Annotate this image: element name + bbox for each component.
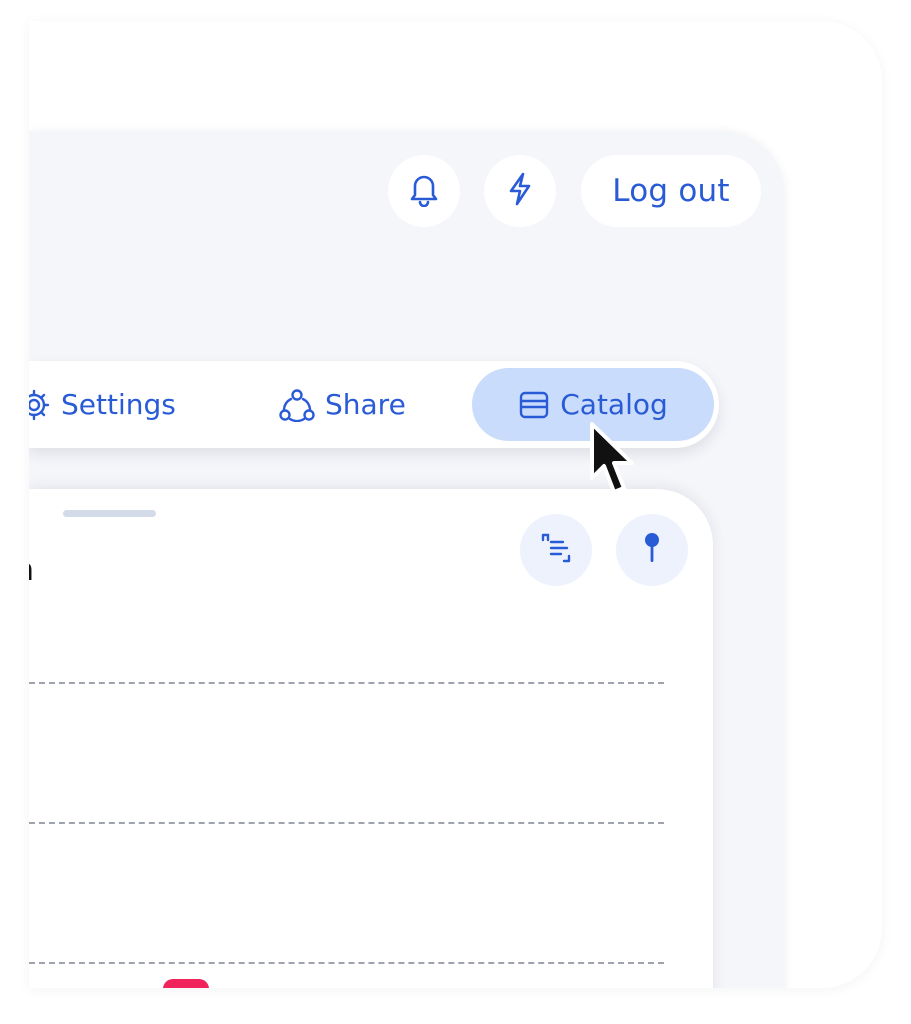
list-view-button[interactable] (520, 514, 592, 586)
list-icon (539, 531, 573, 569)
mouse-cursor-icon (588, 420, 638, 500)
tab-label: Settings (61, 388, 176, 421)
pin-icon (640, 530, 664, 570)
logout-label: Log out (612, 173, 730, 209)
row-divider (29, 822, 664, 824)
gear-icon (29, 388, 51, 422)
row-divider (29, 962, 664, 964)
outer-card: Log out Settings Share Catalog (29, 21, 882, 988)
row-divider (29, 682, 664, 684)
tab-share[interactable]: Share (279, 368, 406, 441)
bottom-sheet: n (29, 489, 713, 988)
logout-button[interactable]: Log out (581, 155, 761, 227)
drag-handle[interactable] (63, 510, 156, 517)
tab-label: Share (325, 388, 406, 421)
tab-label: Catalog (560, 388, 668, 421)
tab-settings[interactable]: Settings (29, 368, 176, 441)
share-icon (279, 388, 315, 422)
bell-icon (407, 171, 441, 211)
pin-button[interactable] (616, 514, 688, 586)
bolt-icon (504, 171, 536, 211)
quick-actions-button[interactable] (484, 155, 556, 227)
notifications-button[interactable] (388, 155, 460, 227)
status-badge (163, 979, 209, 988)
catalog-icon (518, 390, 550, 420)
sheet-title: n (29, 553, 45, 588)
